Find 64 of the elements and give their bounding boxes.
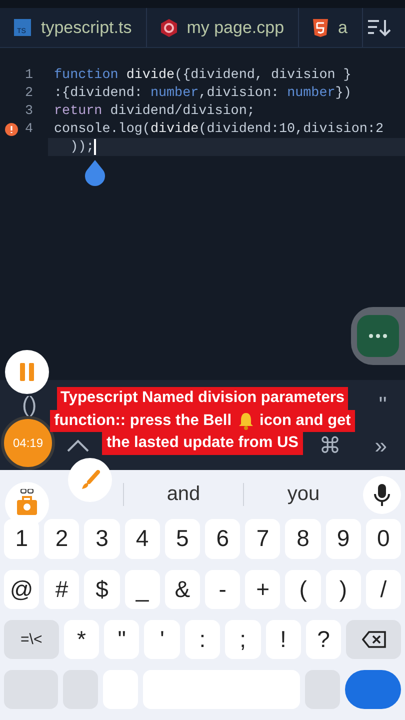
keyboard-key[interactable]: 7	[245, 519, 280, 559]
keyboard-key[interactable]: -	[205, 570, 240, 609]
more-button[interactable]	[357, 315, 399, 357]
keyboard-key[interactable]: #	[44, 570, 80, 609]
keyboard-key[interactable]: @	[4, 570, 40, 609]
enter-key[interactable]	[345, 670, 401, 709]
chevron-up-icon[interactable]	[67, 439, 89, 452]
keyboard-key[interactable]: "	[104, 620, 140, 659]
keyboard-key[interactable]: 2	[44, 519, 80, 559]
code-line: ));	[69, 140, 94, 154]
keyboard-key[interactable]: 3	[84, 519, 120, 559]
extra-key[interactable]: ()	[22, 392, 37, 418]
keyboard-key[interactable]: :	[184, 620, 220, 659]
keyboard-key[interactable]: =\<	[4, 620, 59, 659]
sort-icon[interactable]	[367, 18, 391, 38]
line-number: 2	[24, 86, 33, 100]
keyboard-key[interactable]: 0	[366, 519, 402, 559]
hexagon-file-icon	[160, 18, 177, 36]
keyboard-key[interactable]: /	[366, 570, 402, 609]
keyboard-key[interactable]: '	[144, 620, 180, 659]
code-line: :{dividend: number,division: number})	[54, 86, 352, 100]
extra-key[interactable]: ⌘	[318, 432, 341, 458]
pause-icon	[19, 363, 35, 381]
brush-icon	[80, 470, 100, 490]
code-line: console.log(divide(dividend:10,division:2	[54, 122, 384, 136]
file-tab[interactable]: my page.cpp	[146, 8, 300, 47]
keyboard-key[interactable]: 9	[326, 519, 361, 559]
microphone-icon	[374, 484, 390, 506]
backspace-icon	[362, 630, 386, 648]
keyboard-key[interactable]: (	[285, 570, 321, 609]
keyboard-key[interactable]: $	[84, 570, 120, 609]
file-tab[interactable]: a	[299, 8, 363, 47]
keyboard-key[interactable]: !	[266, 620, 301, 659]
cursor-handle-icon[interactable]	[84, 160, 106, 186]
keyboard-key[interactable]: )	[326, 570, 361, 609]
caption-text: the lasted update from US	[106, 434, 299, 452]
bell-icon	[236, 412, 255, 430]
keyboard-key[interactable]: *	[64, 620, 100, 659]
extra-key[interactable]: »	[374, 432, 387, 458]
ellipsis-icon	[369, 334, 387, 338]
keyboard-key[interactable]: 5	[164, 519, 200, 559]
line-number: 4	[24, 122, 33, 136]
code-line: function divide({dividend, division }	[54, 68, 352, 82]
caption-text: Typescript Named division parameters	[60, 389, 344, 408]
keyboard-key[interactable]: ;	[225, 620, 260, 659]
line-number: 3	[24, 104, 33, 118]
keyboard-key[interactable]: ?	[306, 620, 342, 659]
backspace-key[interactable]	[346, 620, 401, 659]
caption-text: icon and get	[260, 412, 351, 430]
keyboard-key[interactable]: &	[164, 570, 200, 609]
caption-text: function:: press the Bell	[54, 412, 232, 430]
keyboard-key[interactable]: _	[124, 570, 160, 609]
keyboard-key[interactable]: 8	[285, 519, 321, 559]
word-suggestion[interactable]: you	[287, 483, 320, 506]
keyboard-key[interactable]: 4	[124, 519, 160, 559]
keyboard-key[interactable]: 6	[205, 519, 240, 559]
word-suggestion[interactable]: and	[166, 483, 200, 506]
shield-file-icon	[313, 18, 328, 36]
line-number: 1	[24, 68, 33, 82]
text-cursor	[94, 139, 96, 155]
code-line: return dividend/division;	[54, 104, 255, 118]
keyboard-key[interactable]: +	[245, 570, 280, 609]
extra-key[interactable]: ''	[378, 392, 387, 418]
microphone-button[interactable]	[363, 476, 401, 514]
